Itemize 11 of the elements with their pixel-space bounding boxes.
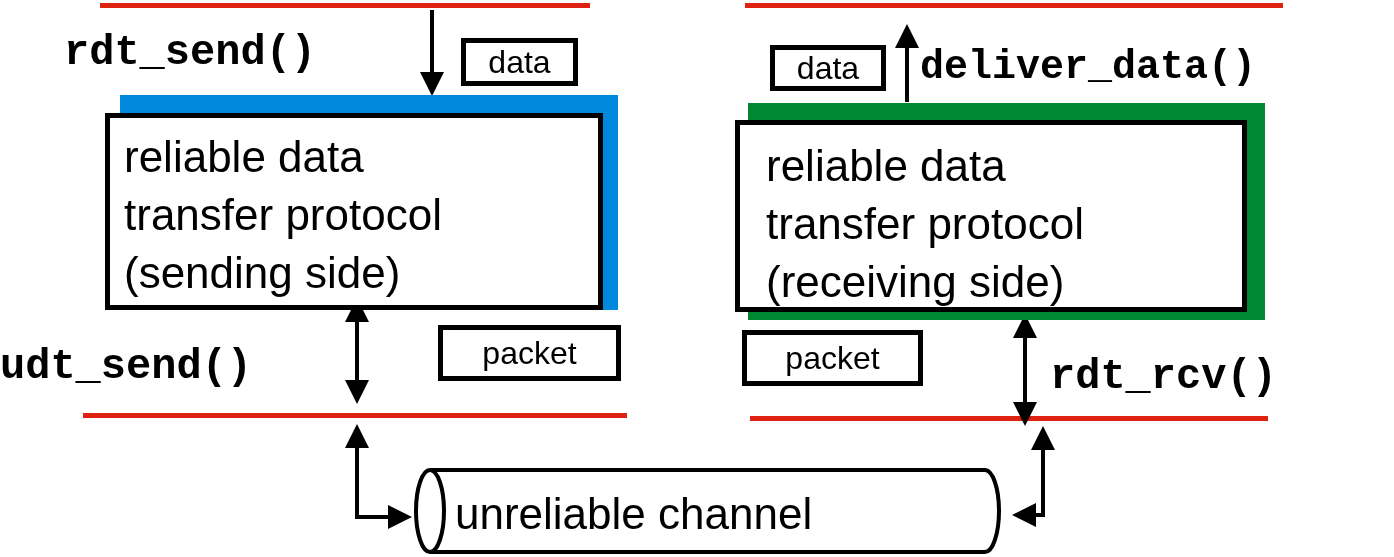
protocol-label: reliable data transfer protocol (receiving side) (766, 140, 1085, 308)
function-label: rdt_rcv() (1050, 352, 1277, 402)
data-label: data (461, 38, 578, 86)
function-label: deliver_data() (920, 44, 1257, 92)
packet-label: packet (742, 330, 923, 386)
function-label: rdt_send() (64, 28, 317, 78)
data-label: data (770, 45, 886, 91)
channel-label: unreliable channel (455, 488, 813, 540)
packet-label: packet (438, 325, 621, 381)
function-label: udt_send() (0, 342, 253, 392)
protocol-label: reliable data transfer protocol (sending side) (124, 131, 443, 299)
